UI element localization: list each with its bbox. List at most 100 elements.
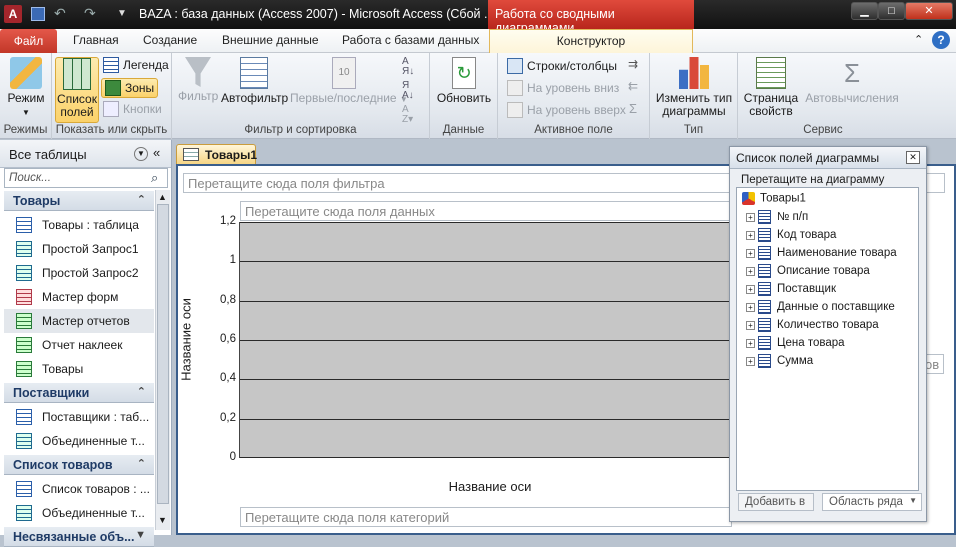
tab-database-tools[interactable]: Работа с базами данных	[342, 33, 479, 47]
save-icon[interactable]	[31, 7, 45, 21]
mode-button[interactable]: Режим ▼	[4, 57, 48, 119]
field-label: № п/п	[777, 211, 809, 224]
field-icon	[758, 210, 771, 224]
nav-item-label: Простой Запрос1	[42, 242, 139, 256]
tab-design[interactable]: Конструктор	[489, 29, 693, 54]
sort-ascending-icon[interactable]: A Я↓	[402, 57, 414, 77]
tab-home[interactable]: Главная	[73, 33, 119, 47]
nav-item[interactable]: Товары : таблица	[4, 213, 154, 237]
autocalc-button[interactable]: Σ Автовычисления	[802, 57, 902, 105]
nav-group-header[interactable]: Товары ⌃	[4, 191, 154, 211]
nav-item[interactable]: Товары	[4, 357, 154, 381]
top-bottom-button[interactable]: 10 Первые/последние ▼	[290, 57, 408, 106]
nav-search-input[interactable]: Поиск...	[4, 168, 168, 188]
field-item[interactable]: + Наименование товара	[746, 246, 897, 260]
ribbon-collapse-icon[interactable]: ⌃	[914, 33, 923, 46]
expand-icon[interactable]: +	[746, 302, 755, 312]
expand-icon[interactable]: +	[746, 284, 755, 294]
scroll-down-icon[interactable]: ▼	[158, 515, 167, 525]
chevron-up-icon[interactable]: ⌃	[137, 193, 146, 206]
field-item[interactable]: + № п/п	[746, 210, 808, 224]
expand-icon[interactable]: +	[746, 356, 755, 366]
autofilter-button[interactable]: Автофильтр	[221, 57, 288, 105]
nav-header[interactable]: Все таблицы ▼ «	[0, 140, 171, 168]
field-item[interactable]: + Цена товара	[746, 336, 845, 350]
nav-item[interactable]: Поставщики : таб...	[4, 405, 154, 429]
expand-icon[interactable]: +	[746, 338, 755, 348]
maximize-button[interactable]: □	[878, 2, 905, 20]
nav-item[interactable]: Объединенные т...	[4, 501, 154, 525]
field-item[interactable]: + Описание товара	[746, 264, 870, 278]
scroll-thumb[interactable]	[157, 204, 169, 504]
field-list-button[interactable]: Список полей	[55, 57, 99, 123]
field-item[interactable]: + Сумма	[746, 354, 813, 368]
filter-button[interactable]: Фильтр	[178, 57, 218, 103]
quick-access-dropdown-icon[interactable]: ▼	[117, 8, 127, 19]
data-drop-zone[interactable]: Перетащите сюда поля данных	[240, 201, 732, 221]
refresh-button[interactable]: ↻ Обновить	[436, 57, 492, 105]
expand-icon[interactable]: +	[746, 266, 755, 276]
report-icon	[16, 361, 32, 377]
tab-external-data[interactable]: Внешние данные	[222, 33, 319, 47]
scroll-up-icon[interactable]: ▲	[158, 192, 167, 202]
search-icon[interactable]: ⌕	[151, 170, 158, 186]
help-icon[interactable]: ?	[932, 31, 950, 49]
nav-scrollbar[interactable]: ▲ ▼	[155, 190, 170, 530]
x-axis-title[interactable]: Название оси	[240, 479, 740, 494]
document-tab[interactable]: Товары1	[176, 144, 257, 164]
nav-item[interactable]: Отчет наклеек	[4, 333, 154, 357]
group-modes: Режим ▼ Режимы	[0, 53, 52, 139]
field-tree-root[interactable]: Товары1	[742, 192, 806, 205]
collapse-field-icon[interactable]: ⇇	[628, 79, 638, 93]
nav-menu-icon[interactable]: ▼	[134, 147, 148, 161]
nav-group-header[interactable]: Поставщики ⌃	[4, 383, 154, 403]
group-active-field: Строки/столбцы На уровень вниз На уровен…	[498, 53, 650, 139]
property-sheet-button[interactable]: Страница свойств	[742, 57, 800, 118]
field-item[interactable]: + Поставщик	[746, 282, 836, 296]
plot-area[interactable]	[239, 222, 731, 458]
minimize-button[interactable]: ▁	[851, 2, 878, 20]
expand-icon[interactable]: +	[746, 212, 755, 222]
expand-icon[interactable]: +	[746, 230, 755, 240]
legend-button[interactable]: Легенда	[103, 57, 169, 73]
sum-field-icon[interactable]: Σ	[629, 101, 637, 116]
category-drop-zone[interactable]: Перетащите сюда поля категорий	[240, 507, 732, 527]
buttons-button[interactable]: Кнопки	[103, 101, 162, 117]
expand-icon[interactable]: +	[746, 248, 755, 258]
drill-up-button[interactable]: На уровень вверх	[507, 102, 626, 118]
nav-item[interactable]: Мастер отчетов	[4, 309, 154, 333]
expand-field-icon[interactable]: ⇉	[628, 57, 638, 71]
tab-file[interactable]: Файл	[0, 29, 57, 53]
redo-icon[interactable]: ↷	[84, 5, 96, 22]
field-item[interactable]: + Количество товара	[746, 318, 879, 332]
nav-item[interactable]: Простой Запрос2	[4, 261, 154, 285]
sort-descending-icon[interactable]: Я A↓	[402, 81, 414, 101]
chevron-up-icon[interactable]: ⌃	[137, 385, 146, 398]
rows-columns-button[interactable]: Строки/столбцы	[507, 58, 617, 74]
chevron-down-icon[interactable]: ▼	[135, 529, 146, 541]
change-chart-type-button[interactable]: Изменить тип диаграммы	[654, 57, 734, 118]
nav-item[interactable]: Список товаров : ...	[4, 477, 154, 501]
nav-group-header[interactable]: Список товаров ⌃	[4, 455, 154, 475]
y-axis-title[interactable]: Название оси	[179, 290, 194, 390]
field-item[interactable]: + Данные о поставщике	[746, 300, 895, 314]
legend-icon	[103, 57, 119, 73]
close-icon[interactable]: ✕	[906, 151, 920, 164]
drill-down-button[interactable]: На уровень вниз	[507, 80, 619, 96]
nav-item[interactable]: Простой Запрос1	[4, 237, 154, 261]
zones-button[interactable]: Зоны	[101, 78, 159, 98]
expand-icon[interactable]: +	[746, 320, 755, 330]
nav-item[interactable]: Мастер форм	[4, 285, 154, 309]
chevron-up-icon[interactable]: ⌃	[137, 457, 146, 470]
area-select[interactable]: Область ряда ▼	[822, 493, 922, 511]
nav-item[interactable]: Объединенные т...	[4, 429, 154, 453]
query-icon	[16, 505, 32, 521]
field-item[interactable]: + Код товара	[746, 228, 836, 242]
nav-collapse-icon[interactable]: «	[153, 145, 160, 160]
sort-custom-icon[interactable]: A Z▾	[402, 105, 413, 125]
close-button[interactable]: ✕	[905, 2, 953, 20]
add-to-button[interactable]: Добавить в	[738, 493, 814, 511]
tab-create[interactable]: Создание	[143, 33, 197, 47]
undo-icon[interactable]: ↶	[54, 5, 66, 22]
nav-group-header[interactable]: Несвязанные объ... ▼	[4, 527, 154, 547]
